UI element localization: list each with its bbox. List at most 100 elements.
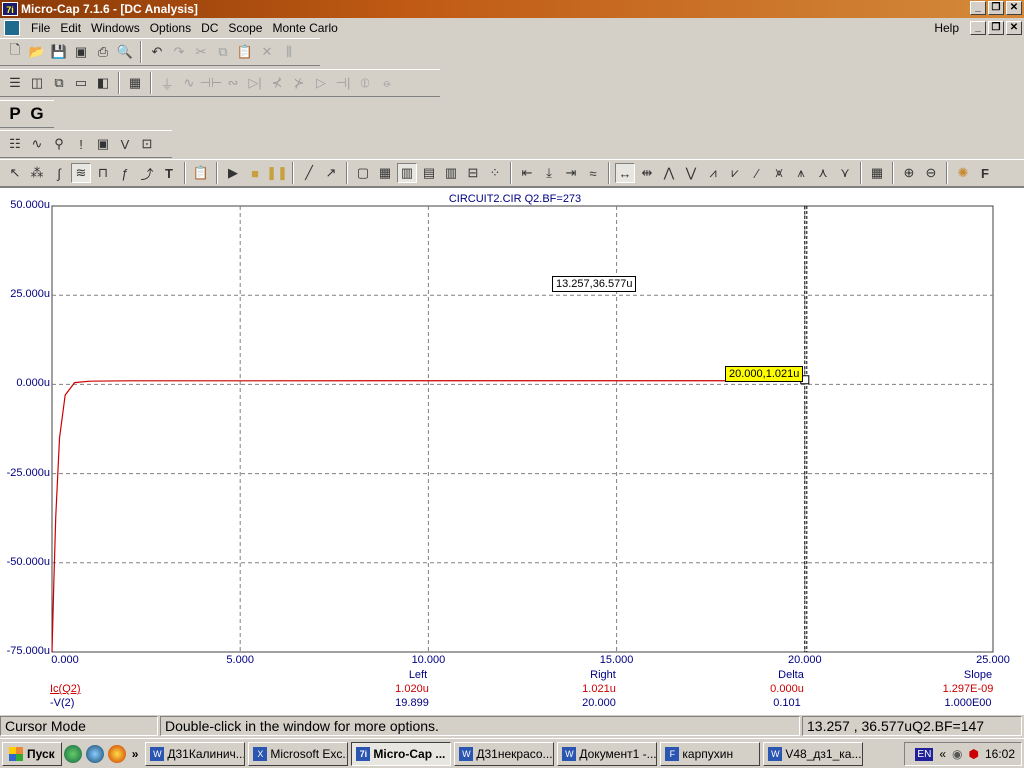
clipboard-icon[interactable]: 📋 — [191, 163, 211, 183]
curve-icon[interactable]: ∫ — [49, 163, 69, 183]
probe-g-button[interactable]: G — [27, 104, 47, 124]
data-points-icon[interactable]: ⁘ — [485, 163, 505, 183]
cascade-icon[interactable]: ⧉ — [49, 73, 69, 93]
ie-browser-icon[interactable] — [85, 744, 104, 763]
cursor-next-icon[interactable]: ⇹ — [637, 163, 657, 183]
cursor-mode-icon[interactable]: ↔ — [615, 163, 635, 183]
doc-restore-button[interactable]: ❐ — [988, 21, 1004, 35]
antivirus-icon[interactable]: ⬢ — [968, 747, 978, 761]
diode-icon[interactable]: ▷| — [245, 73, 265, 93]
cursor-mark-icon[interactable]: ⇥ — [561, 163, 581, 183]
bottom-icon[interactable]: ⋎ — [835, 163, 855, 183]
low-icon[interactable]: ⩗ — [725, 163, 745, 183]
chevron-more-icon[interactable]: » — [132, 747, 139, 761]
global-low-icon[interactable]: ⩚ — [791, 163, 811, 183]
point-tag[interactable]: 20.000,1.021u — [725, 366, 804, 382]
tile-horizontal-icon[interactable]: ☰ — [5, 73, 25, 93]
step-icon[interactable]: ⤴ — [137, 163, 157, 183]
scope-mode-icon[interactable]: ≋ — [71, 163, 91, 183]
line-tool-icon[interactable]: ╱ — [299, 163, 319, 183]
top-icon[interactable]: ⋏ — [813, 163, 833, 183]
cursor-left-icon[interactable]: ⇤ — [517, 163, 537, 183]
zoom-in-icon[interactable]: ⊕ — [899, 163, 919, 183]
voltage-source-icon[interactable]: ⦶ — [355, 73, 375, 93]
grid-icon[interactable]: ▦ — [375, 163, 395, 183]
cut-icon[interactable]: ✂ — [191, 42, 211, 62]
opamp-icon[interactable]: ▷ — [311, 73, 331, 93]
select-arrow-icon[interactable]: ↖ — [5, 163, 25, 183]
taskbar-task[interactable]: W Документ1 -... — [557, 741, 658, 766]
zoom-out-icon[interactable]: ⊖ — [921, 163, 941, 183]
vertical-grid-icon[interactable]: ▥ — [441, 163, 461, 183]
zoom-window-icon[interactable]: ⊡ — [137, 134, 157, 154]
copy-icon[interactable]: ⧉ — [213, 42, 233, 62]
opera-browser-icon[interactable] — [107, 744, 126, 763]
print-icon[interactable]: ⎙ — [93, 42, 113, 62]
document-icon[interactable] — [4, 20, 20, 36]
replicate-icon[interactable]: ⫼ — [279, 42, 299, 62]
volume-icon[interactable]: ◉ — [952, 747, 962, 761]
desktop-globe-icon[interactable] — [63, 744, 82, 763]
close-button[interactable]: ✕ — [1006, 1, 1022, 15]
taskbar-task[interactable]: Fкарпухин — [660, 741, 761, 766]
color-palette-icon[interactable]: ✺ — [953, 163, 973, 183]
valley-icon[interactable]: ⋁ — [681, 163, 701, 183]
font-icon[interactable]: F — [975, 163, 995, 183]
language-indicator[interactable]: EN — [915, 747, 934, 761]
taskbar-task[interactable]: W Д31некрасо... — [454, 741, 555, 766]
delete-icon[interactable]: ✕ — [257, 42, 277, 62]
text-tool-icon[interactable]: T — [159, 163, 179, 183]
readout-row-label[interactable]: Ic(Q2) — [50, 683, 130, 695]
waveform-icon[interactable]: ∿ — [27, 134, 47, 154]
ground-icon[interactable]: ⏚ — [157, 73, 177, 93]
taskbar-task[interactable]: W Д31Калинич... — [145, 741, 246, 766]
doc-close-button[interactable]: ✕ — [1006, 21, 1022, 35]
scale-icon[interactable]: ⊓ — [93, 163, 113, 183]
frame-icon[interactable]: ▢ — [353, 163, 373, 183]
save-icon[interactable]: 💾 — [49, 42, 69, 62]
menu-dc[interactable]: DC — [196, 21, 223, 35]
inflection-icon[interactable]: ∕ — [747, 163, 767, 183]
restore-button[interactable]: ❐ — [988, 1, 1004, 15]
function-icon[interactable]: ƒ — [115, 163, 135, 183]
high-icon[interactable]: ⩘ — [703, 163, 723, 183]
current-source-icon[interactable]: ⦵ — [377, 73, 397, 93]
pnp-transistor-icon[interactable]: ⊁ — [289, 73, 309, 93]
tray-expand-icon[interactable]: « — [939, 747, 946, 761]
redo-icon[interactable]: ↷ — [169, 42, 189, 62]
plot-canvas[interactable] — [0, 188, 1024, 716]
menu-options[interactable]: Options — [145, 21, 196, 35]
menu-windows[interactable]: Windows — [86, 21, 145, 35]
split-window-icon[interactable]: ◧ — [93, 73, 113, 93]
probe-icon[interactable]: ⚲ — [49, 134, 69, 154]
menu-monte-carlo[interactable]: Monte Carlo — [267, 21, 342, 35]
capacitor-icon[interactable]: ⊣⊢ — [200, 73, 223, 93]
pause-icon[interactable]: ❚❚ — [266, 163, 288, 183]
stop-icon[interactable]: ■ — [245, 163, 265, 183]
probe-p-button[interactable]: P — [5, 104, 25, 124]
plot-window[interactable]: CIRCUIT2.CIR Q2.BF=273 50.000u 25.000u 0.0… — [0, 187, 1024, 715]
menu-help[interactable]: Help — [929, 21, 964, 35]
global-high-icon[interactable]: ⩙ — [769, 163, 789, 183]
plot-properties-icon[interactable]: ▣ — [93, 134, 113, 154]
run-icon[interactable]: ▶ — [223, 163, 243, 183]
peak-icon[interactable]: ⋀ — [659, 163, 679, 183]
vi-icon[interactable]: V — [115, 134, 135, 154]
baseline-icon[interactable]: ⊟ — [463, 163, 483, 183]
minor-grid-icon[interactable]: ▥ — [397, 163, 417, 183]
calculator-icon[interactable]: ▦ — [125, 73, 145, 93]
info-icon[interactable]: ! — [71, 134, 91, 154]
paste-icon[interactable]: 📋 — [235, 42, 255, 62]
taskbar-task[interactable]: X Microsoft Exc... — [248, 741, 349, 766]
window-icon[interactable]: ▭ — [71, 73, 91, 93]
tile-vertical-icon[interactable]: ◫ — [27, 73, 47, 93]
npn-transistor-icon[interactable]: ⊀ — [267, 73, 287, 93]
battery-icon[interactable]: ⊣| — [333, 73, 353, 93]
doc-minimize-button[interactable]: _ — [970, 21, 986, 35]
horizontal-grid-icon[interactable]: ▤ — [419, 163, 439, 183]
save-all-icon[interactable]: ▣ — [71, 42, 91, 62]
table-icon[interactable]: ▦ — [867, 163, 887, 183]
component-select-icon[interactable]: ⁂ — [27, 163, 47, 183]
print-preview-icon[interactable]: 🔍 — [115, 42, 135, 62]
cursor-down-icon[interactable]: ⤓ — [539, 163, 559, 183]
